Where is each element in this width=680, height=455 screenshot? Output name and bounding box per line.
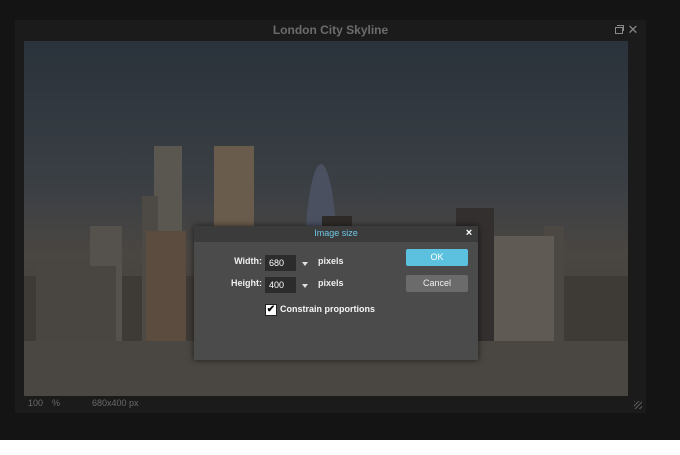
zoom-unit: %: [52, 398, 61, 408]
width-label: Width:: [234, 256, 262, 266]
zoom-value[interactable]: 100: [28, 398, 43, 408]
image-size-dialog: Image size × Width: 680 pixels Height: 4…: [194, 226, 478, 360]
close-window-icon[interactable]: ✕: [627, 23, 639, 36]
height-input[interactable]: 400: [265, 277, 296, 293]
app-background: London City Skyline ✕ 100 % 680x400 px I…: [0, 0, 680, 440]
width-dropdown-icon[interactable]: [302, 262, 308, 266]
resize-grip-icon[interactable]: [634, 401, 642, 409]
width-input[interactable]: 680: [265, 255, 296, 271]
constrain-proportions-label[interactable]: Constrain proportions: [280, 304, 375, 314]
width-unit: pixels: [318, 256, 344, 266]
image-dimensions: 680x400 px: [92, 398, 139, 408]
dialog-title: Image size: [314, 228, 358, 238]
ok-button[interactable]: OK: [406, 249, 468, 266]
cancel-button[interactable]: Cancel: [406, 275, 468, 292]
restore-icon[interactable]: [613, 24, 625, 36]
height-unit: pixels: [318, 278, 344, 288]
close-dialog-icon[interactable]: ×: [463, 227, 475, 239]
window-title: London City Skyline: [272, 23, 389, 37]
height-dropdown-icon[interactable]: [302, 284, 308, 288]
window-titlebar[interactable]: London City Skyline ✕: [15, 20, 646, 42]
status-bar: 100 % 680x400 px: [15, 396, 646, 413]
dialog-header[interactable]: Image size ×: [194, 226, 478, 242]
height-label: Height:: [231, 278, 262, 288]
constrain-proportions-checkbox[interactable]: ✔: [265, 304, 277, 316]
